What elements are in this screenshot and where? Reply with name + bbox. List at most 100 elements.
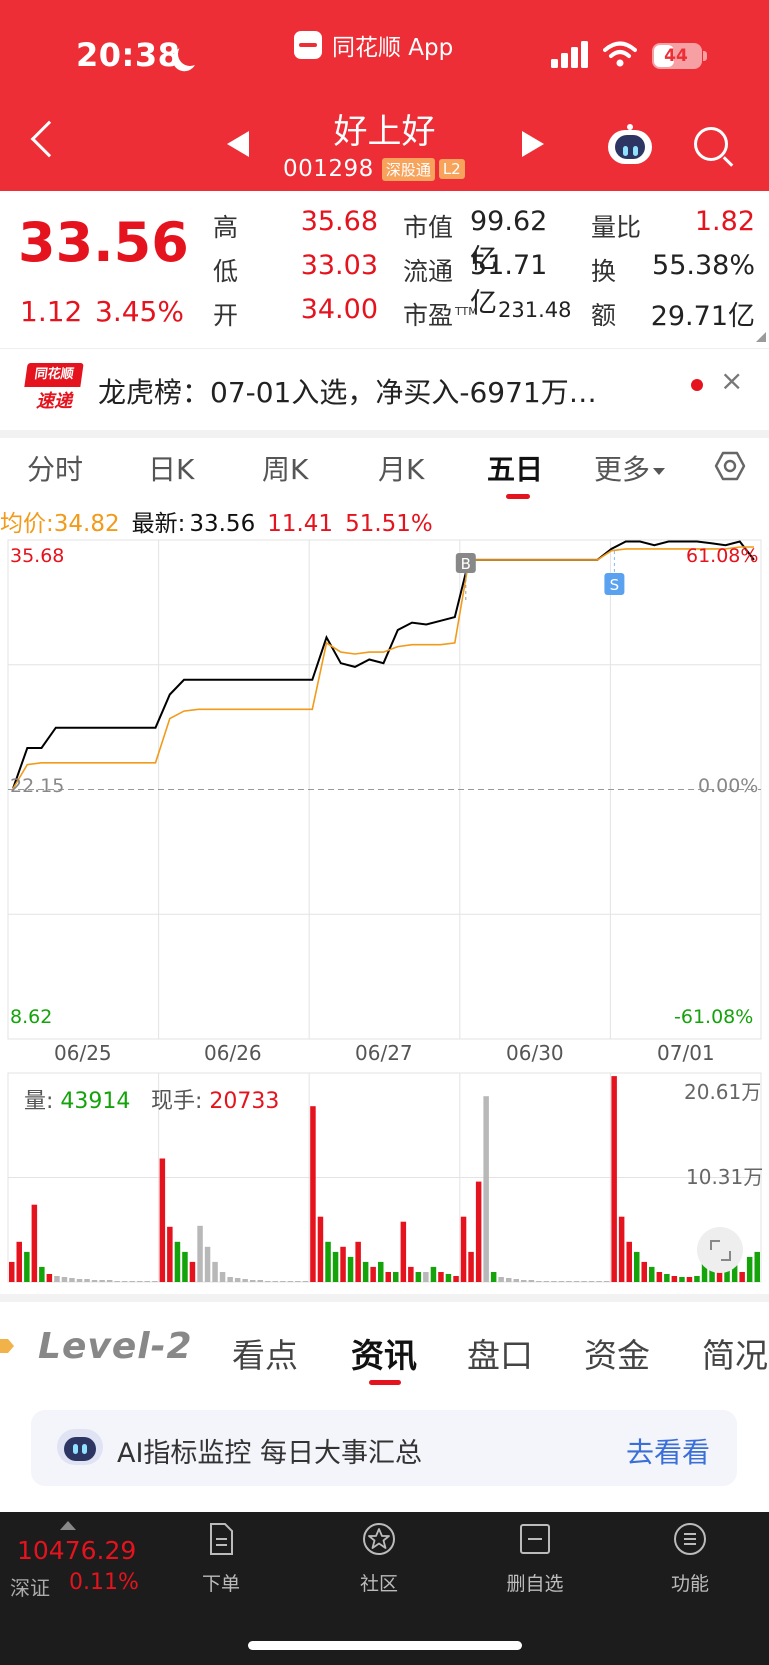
volume-bar [558,1281,565,1282]
pe-label: 市盈 TTM [403,301,478,330]
volume-bar [137,1281,143,1282]
nav-community[interactable]: 社区 [334,1521,424,1596]
volume-bar [204,1246,211,1282]
volume-bar [618,1216,625,1282]
expand-corner-icon[interactable] [756,332,766,342]
volume-bar [453,1276,459,1282]
assistant-robot-icon[interactable] [606,124,654,168]
volume-bar [513,1279,519,1282]
volume-bar [99,1280,105,1282]
tab-news[interactable]: 资讯 [351,1329,417,1377]
volume-bar [445,1274,452,1282]
index-value[interactable]: 10476.29 [17,1536,136,1565]
volume-bar [106,1280,113,1282]
vol-mid-label: 10.31万 [686,1165,764,1189]
stock-code: 001298 [283,156,374,182]
level2-tag-icon [0,1339,14,1353]
next-stock-button[interactable] [522,131,544,157]
ttm-mark: TTM [455,304,478,318]
battery-icon: 44 [652,43,702,69]
volume-bar [596,1281,602,1282]
wifi-icon [603,41,637,67]
fullscreen-expand-button[interactable] [697,1227,743,1273]
volume-bar [393,1272,399,1282]
vol-max-label: 20.61万 [684,1080,762,1104]
tab-funds[interactable]: 资金 [584,1329,650,1377]
volume-bar [754,1251,760,1282]
tab-order-book[interactable]: 盘口 [467,1329,533,1377]
amount-value: 29.71亿 [650,301,755,332]
tab-daily-k[interactable]: 日K [148,448,194,488]
volume-bar [265,1281,271,1282]
tag-level2: L2 [438,159,465,179]
active-section-indicator [369,1380,401,1385]
volume-bar [438,1272,444,1282]
volume-bar [182,1251,188,1282]
volume-bar [197,1225,203,1282]
volume-bar [234,1278,241,1282]
five-day-price-chart[interactable]: BS [0,537,769,1042]
status-app-indicator[interactable]: 同花顺 App [294,30,453,61]
tab-profile[interactable]: 简况 [702,1329,768,1377]
close-news-button[interactable]: × [720,364,743,397]
tab-five-day[interactable]: 五日 [487,448,543,488]
search-icon[interactable] [694,127,728,161]
quote-panel[interactable]: 33.56 1.12 3.45% 高 35.68 市值 99.62亿 量比 1.… [0,191,769,348]
volume-bar [430,1266,437,1282]
y-max-pct-label: 61.08% [686,545,759,567]
volume-bar [634,1251,640,1282]
volume-bar [400,1221,407,1282]
index-up-arrow-icon [60,1521,76,1530]
high-label: 高 [213,213,239,242]
news-banner[interactable]: 同花顺 速递 龙虎榜：07-01入选，净买入-6971万… [0,348,769,430]
nav-place-order[interactable]: 下单 [176,1521,266,1596]
y-min-label: 8.62 [10,1006,53,1028]
volume-bar [189,1261,196,1282]
volume-bar [536,1281,542,1282]
volume-bar [212,1261,218,1282]
battery-level: 44 [664,46,688,66]
nav-remove-watchlist[interactable]: 删自选 [490,1521,580,1596]
amount-label: 额 [591,301,617,330]
tag-connect: 深股通 [381,157,435,181]
volume-bar [54,1276,60,1282]
volume-bar [626,1241,632,1282]
tab-monthly-k[interactable]: 月K [378,448,424,488]
nav-functions[interactable]: 功能 [645,1521,735,1596]
ai-card-text: AI指标监控 每日大事汇总 [117,1438,423,1469]
remove-watchlist-icon [520,1524,550,1554]
volume-bar [257,1280,263,1282]
divider [0,430,769,438]
turnover-label: 换 [591,257,617,286]
tab-level2[interactable]: Level-2 [38,1326,193,1367]
sell-marker-label: S [610,576,620,594]
date-label: 06/25 [54,1041,112,1065]
news-text: 龙虎榜：07-01入选，净买入-6971万… [98,376,597,409]
current-price: 33.56 [18,211,189,274]
high-value: 35.68 [300,206,378,237]
nav-label: 下单 [201,1573,240,1595]
ai-card-go-link[interactable]: 去看看 [626,1431,710,1471]
tab-highlights[interactable]: 看点 [232,1329,298,1377]
tab-more[interactable]: 更多 [594,448,666,488]
volume-bar [84,1279,90,1282]
volume-bar [310,1106,316,1282]
volume-bar [362,1261,369,1282]
volume-bar [385,1272,391,1282]
volume-bar [39,1266,45,1282]
stock-code-row: 001298 深股通 L2 [283,155,469,183]
volume-bar [250,1280,256,1282]
volume-bar [31,1204,38,1282]
nav-label: 功能 [670,1573,709,1595]
open-value: 34.00 [300,294,378,325]
volume-bar [76,1279,83,1282]
volume-bar [152,1281,158,1282]
volume-bar [746,1256,753,1282]
settings-gear-icon[interactable] [714,450,746,482]
stock-detail-screen: 20:38 同花顺 App 44 好上好 001298 深股通 L2 33.56… [0,0,769,1665]
index-change-pct: 0.11% [69,1570,139,1595]
tab-intraday[interactable]: 分时 [27,448,83,488]
volume-bar [144,1281,150,1282]
tab-weekly-k[interactable]: 周K [262,448,308,488]
app-icon [294,31,322,59]
